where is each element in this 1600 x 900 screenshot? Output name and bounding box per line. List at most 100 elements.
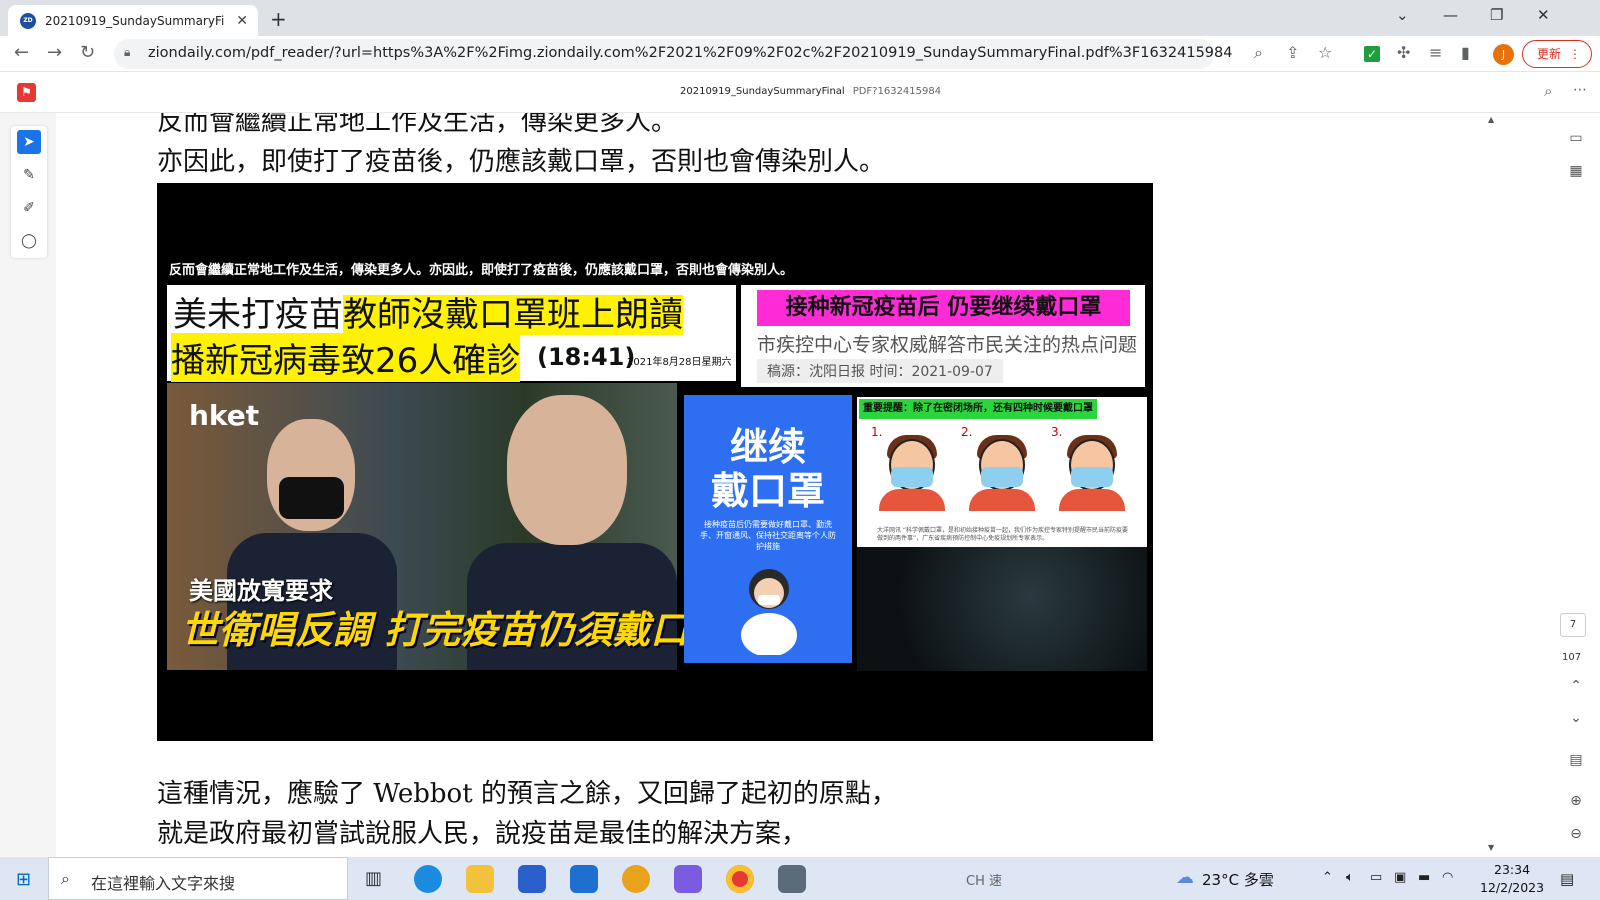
page-tool-icon[interactable]: ▤ — [1566, 752, 1586, 768]
pdf-viewer: ➤ ✎ ✐ ◯ 反而會繼續正常地工作及生活，傳染更多人。 亦因此，即使打了疫苗後… — [0, 113, 1600, 857]
meet-icon[interactable]: ▭ — [1370, 870, 1382, 885]
edge-icon[interactable] — [414, 865, 442, 893]
app-icon-yellow[interactable] — [622, 865, 650, 893]
side-panel-icon[interactable]: ▮ — [1461, 43, 1470, 62]
pdf-more-icon[interactable]: ⋯ — [1573, 82, 1587, 98]
hket-logo: hket — [189, 399, 260, 432]
article-headline: 接种新冠疫苗后 仍要继续戴口罩 — [757, 290, 1130, 326]
image-caption: 反而會繼續正常地工作及生活，傳染更多人。亦因此，即使打了疫苗後，仍應該戴口罩，否… — [169, 263, 794, 278]
display-icon[interactable]: ▣ — [1394, 870, 1406, 885]
profile-avatar[interactable]: J — [1493, 44, 1514, 65]
extension-check-icon[interactable]: ✓ — [1364, 46, 1380, 62]
reminder-bar: 重要提醒：除了在密闭场所，还有四种时候要戴口罩 — [859, 399, 1097, 419]
battery-icon[interactable]: ▬ — [1418, 870, 1430, 885]
body-line-0: 反而會繼續正常地工作及生活，傳染更多人。 — [157, 113, 678, 137]
new-tab-button[interactable]: + — [270, 7, 287, 31]
black-mask — [279, 477, 344, 519]
figure-number: 1. — [871, 425, 883, 439]
scrollbar[interactable]: ▲ ▼ — [1476, 113, 1516, 857]
figure-right-face — [507, 395, 627, 545]
reload-icon[interactable]: ↻ — [80, 42, 95, 63]
scroll-up-icon[interactable]: ▲ — [1488, 115, 1494, 124]
photo-subtitle-2: 世衛唱反調 打完疫苗仍須戴口罩 — [181, 608, 727, 652]
back-icon[interactable]: ← — [14, 42, 29, 63]
update-button[interactable]: 更新 ⋮ — [1522, 40, 1592, 68]
headline-a: 美未打疫苗 — [173, 295, 343, 335]
pdf-filename-suffix: PDF?1632415984 — [852, 86, 942, 97]
body-line-1: 亦因此，即使打了疫苗後，仍應該戴口罩，否則也會傳染別人。 — [157, 147, 886, 177]
tab-close-icon[interactable]: ✕ — [236, 13, 248, 29]
article-subheadline: 市疾控中心专家权威解答市民关注的热点问题 — [757, 334, 1138, 356]
cartoon-figure-1: 1. — [871, 425, 951, 511]
page-number-input[interactable]: 7 — [1560, 613, 1586, 637]
prev-page-icon[interactable]: ⌃ — [1566, 678, 1586, 694]
notification-icon[interactable]: ▤ — [1560, 870, 1574, 888]
close-window-button[interactable]: ✕ — [1537, 6, 1550, 24]
blue-poster: 继续 戴口罩 接种疫苗后仍需要做好戴口罩、勤洗手、开窗通风、保持社交距离等个人防… — [684, 395, 852, 663]
browser-toolbar: ← → ↻ 🔒︎ ziondaily.com/pdf_reader/?url=h… — [0, 36, 1600, 72]
pdf-filename: 20210919_SundaySummaryFinal PDF?163241598… — [680, 86, 941, 97]
page-total: 107 — [1562, 652, 1582, 663]
comment-tool-icon[interactable]: ✎ — [17, 163, 41, 187]
update-label: 更新 — [1537, 47, 1562, 61]
lasso-tool-icon[interactable]: ◯ — [17, 229, 41, 253]
reading-list-icon[interactable]: ≡ — [1429, 43, 1442, 62]
headline-date: 2021年8月28日星期六 — [627, 357, 732, 368]
task-view-icon[interactable]: ▥ — [365, 868, 382, 889]
calculator-icon[interactable] — [778, 865, 806, 893]
app-icon-purple[interactable] — [674, 865, 702, 893]
mail-icon[interactable] — [570, 865, 598, 893]
pdf-search-icon[interactable]: ⌕ — [1544, 82, 1552, 100]
poster-title: 继续 戴口罩 — [710, 425, 825, 513]
minimize-button[interactable]: — — [1443, 6, 1458, 24]
restore-button[interactable]: ❐ — [1490, 6, 1503, 24]
clock[interactable]: 23:34 12/2/2023 — [1480, 861, 1544, 897]
zoom-icon[interactable]: ⌕ — [1254, 43, 1263, 63]
zoom-out-icon[interactable]: ⊖ — [1566, 826, 1586, 842]
next-page-icon[interactable]: ⌄ — [1566, 710, 1586, 726]
share-icon[interactable]: ⇪ — [1286, 43, 1299, 62]
zoom-in-icon[interactable]: ⊕ — [1566, 793, 1586, 809]
body-line-3: 就是政府最初嘗試說服人民，說疫苗是最佳的解決方案， — [157, 819, 808, 849]
scroll-down-icon[interactable]: ▼ — [1488, 843, 1494, 852]
headline-panel: 美未打疫苗教師沒戴口罩班上朗讀 播新冠病毒致26人確診 (18:41) 2021… — [167, 285, 736, 382]
bookmark-star-icon[interactable]: ☆ — [1318, 43, 1332, 62]
tab-active[interactable]: ZD 20210919_SundaySummaryFin ✕ — [8, 5, 258, 36]
comments-panel-icon[interactable]: ▭ — [1566, 130, 1586, 146]
speaker-icon[interactable]: 🔈︎ — [1346, 870, 1354, 885]
tab-search-icon[interactable]: ⌄ — [1396, 6, 1409, 24]
forward-icon[interactable]: → — [47, 42, 62, 63]
tab-title: 20210919_SundaySummaryFin — [45, 13, 225, 28]
ime-indicator[interactable]: CH 速 — [966, 870, 1002, 889]
taskbar: ⊞ ⌕ 在這裡輸入文字來搜 ▥ CH 速 ☁ 23°C 多雲 ⌃ 🔈︎ ▭ ▣ … — [0, 857, 1600, 900]
lock-icon[interactable]: 🔒︎ — [124, 45, 130, 60]
tray-chevron-icon[interactable]: ⌃ — [1322, 870, 1333, 885]
extensions-puzzle-icon[interactable]: ✣ — [1397, 43, 1410, 62]
taskbar-search[interactable]: ⌕ 在這裡輸入文字來搜 — [48, 857, 348, 900]
windows-start-icon[interactable]: ⊞ — [16, 869, 31, 890]
store-icon[interactable] — [518, 865, 546, 893]
cartoon-figure-2: 2. — [961, 425, 1041, 511]
menu-dots-icon: ⋮ — [1569, 47, 1581, 61]
address-bar[interactable]: 🔒︎ ziondaily.com/pdf_reader/?url=https%3… — [114, 39, 1232, 69]
thumbnails-icon[interactable]: ▦ — [1566, 163, 1586, 179]
headline-c: 播新冠病毒致26人確診 — [171, 333, 521, 382]
chrome-icon[interactable] — [726, 865, 754, 893]
select-tool-icon[interactable]: ➤ — [17, 130, 41, 154]
headline-b: 教師沒戴口罩班上朗讀 — [343, 295, 683, 335]
masked-girl-illustration — [741, 569, 797, 655]
draw-tool-icon[interactable]: ✐ — [17, 196, 41, 220]
url-text[interactable]: ziondaily.com/pdf_reader/?url=https%3A%2… — [148, 45, 1232, 61]
body-line-2: 這種情況，應驗了 Webbot 的預言之餘，又回歸了起初的原點， — [157, 779, 897, 809]
wifi-icon[interactable]: ◠ — [1442, 870, 1453, 885]
tab-bar: ZD 20210919_SundaySummaryFin ✕ + ⌄ — ❐ ✕ — [0, 0, 1600, 36]
virus-background — [857, 547, 1147, 671]
file-explorer-icon[interactable] — [466, 865, 494, 893]
pdf-filename-text: 20210919_SundaySummaryFinal — [680, 86, 845, 97]
cloud-icon: ☁ — [1176, 867, 1194, 888]
clock-time: 23:34 — [1494, 862, 1531, 877]
headline-time: (18:41) — [537, 343, 636, 371]
weather-text[interactable]: 23°C 多雲 — [1202, 869, 1274, 890]
acrobat-logo-icon: ⚑ — [17, 83, 36, 102]
news-photo: hket 美國放寬要求 世衛唱反調 打完疫苗仍須戴口罩 — [167, 383, 726, 670]
